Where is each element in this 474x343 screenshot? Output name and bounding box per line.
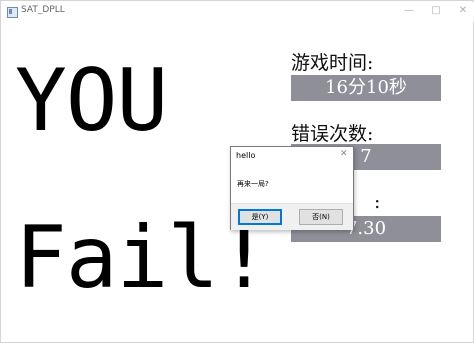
- dialog-close-icon[interactable]: ✕: [340, 149, 348, 159]
- game-time-value: 16分10秒: [291, 75, 441, 101]
- yes-button[interactable]: 是(Y): [238, 209, 282, 225]
- no-button[interactable]: 否(N): [299, 209, 343, 225]
- dialog-button-bar: 是(Y) 否(N): [231, 203, 353, 230]
- result-line-1: YOU: [15, 51, 168, 151]
- dialog-title: hello: [236, 151, 256, 160]
- window-title: SAT_DPLL: [21, 5, 65, 15]
- app-icon: [7, 7, 18, 18]
- title-bar: SAT_DPLL — □ ✕: [2, 2, 474, 22]
- third-stat-label: :: [374, 191, 381, 213]
- maximize-icon[interactable]: □: [428, 4, 444, 18]
- game-time-label: 游戏时间:: [291, 52, 374, 74]
- play-again-dialog: hello ✕ 再来一局? 是(Y) 否(N): [230, 146, 354, 230]
- dialog-message: 再来一局?: [237, 180, 269, 188]
- minimize-icon[interactable]: —: [401, 4, 417, 18]
- close-icon[interactable]: ✕: [455, 4, 471, 18]
- game-window: SAT_DPLL — □ ✕ YOU Fail! 游戏时间: 16分10秒 错误…: [0, 0, 474, 343]
- error-count-label: 错误次数:: [291, 123, 374, 145]
